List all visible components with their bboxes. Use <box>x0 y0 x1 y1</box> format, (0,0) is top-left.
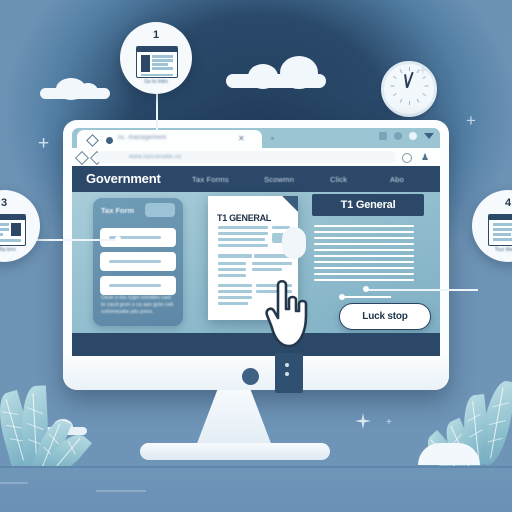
tab-close-icon[interactable]: ✕ <box>238 134 245 143</box>
new-tab-icon[interactable]: + <box>270 134 275 143</box>
nav-link-abo[interactable]: Abo <box>390 175 404 184</box>
callout-3-number: 3 <box>0 197 8 209</box>
clock-minute-hand <box>406 71 414 89</box>
callout-3-caption: pu fila brro <box>0 247 16 253</box>
monitor-indicator-dot-1 <box>285 363 289 367</box>
monitor-shell: lic. management ✕ + www.taxcanada.ca ♟ G… <box>63 120 449 390</box>
sparkle-plus-bottom: + <box>386 417 392 428</box>
desk-highlight-left <box>0 482 28 484</box>
callout-1-number: 1 <box>152 29 160 41</box>
home-icon[interactable] <box>394 132 402 140</box>
tax-form-panel: Tax Form Oxon o lox rygin nomtteo cwd to… <box>93 198 183 326</box>
callout-4[interactable]: 4 Tour likes m <box>472 190 512 262</box>
preview-heading-text: T1 General <box>340 199 396 211</box>
preview-connector-dot <box>339 294 345 300</box>
form-row[interactable] <box>100 252 176 271</box>
site-footer-band <box>72 333 440 356</box>
desktop-monitor: lic. management ✕ + www.taxcanada.ca ♟ G… <box>63 120 449 393</box>
preview-connector-line <box>345 296 391 298</box>
site-page-body: Tax Form Oxon o lox rygin nomtteo cwd to… <box>72 192 440 340</box>
wall-clock-icon <box>381 61 437 117</box>
callout-1[interactable]: 1 Go to Intro <box>120 22 192 94</box>
callout-3-browser-icon <box>0 214 26 246</box>
menu-caret-icon[interactable] <box>424 133 434 139</box>
cloud-center-puff <box>280 56 318 89</box>
sparkle-plus-right: + <box>466 111 476 130</box>
back-icon[interactable] <box>74 150 90 166</box>
cloud-left-puff2 <box>78 83 98 99</box>
monitor-brand-logo <box>242 368 259 385</box>
callout-4-caption: Tour likes m <box>494 247 512 253</box>
callout-1-browser-icon <box>136 46 178 78</box>
site-navbar: Government Tax Forms Scowmn Click Abo <box>72 166 440 192</box>
monitor-indicator-dot-2 <box>285 372 289 376</box>
sparkle-plus-left: + <box>38 133 50 154</box>
document-title: T1 GENERAL <box>217 213 272 223</box>
t1-general-preview-panel: T1 General <box>304 194 424 300</box>
form-row[interactable] <box>100 228 176 247</box>
callout-4-leader-dot <box>363 286 369 292</box>
pointer-hand-cursor <box>265 278 311 348</box>
callout-3[interactable]: 3 pu fila brro <box>0 190 40 262</box>
sparkle-star-right <box>418 62 428 75</box>
monitor-screen: lic. management ✕ + www.taxcanada.ca ♟ G… <box>72 128 440 356</box>
browser-urlbar: www.taxcanada.ca ♟ <box>72 148 440 166</box>
nav-link-scowmn[interactable]: Scowmn <box>264 175 294 184</box>
sparkle-star-bottom <box>355 413 371 429</box>
browser-tab[interactable]: lic. management ✕ <box>77 130 262 148</box>
profile-icon[interactable] <box>409 132 417 140</box>
nav-link-tax-forms[interactable]: Tax Forms <box>192 175 229 184</box>
desk-highlight-right <box>96 490 146 492</box>
nav-link-click[interactable]: Click <box>330 175 347 184</box>
cloud-bottom-right <box>418 443 480 465</box>
tab-title: lic. management <box>118 135 167 141</box>
monitor-neck <box>282 227 306 259</box>
browser-tabbar: lic. management ✕ + <box>72 128 440 148</box>
cloud-center-puff2 <box>248 64 278 89</box>
browser-window-icons <box>379 132 434 140</box>
callout-4-browser-icon <box>488 214 512 246</box>
callout-4-leader <box>366 289 478 291</box>
address-bar-value: www.taxcanada.ca <box>129 154 182 160</box>
person-icon[interactable]: ♟ <box>420 152 430 162</box>
tax-form-panel-title: Tax Form <box>101 206 135 215</box>
bookmark-icon[interactable] <box>402 153 412 163</box>
tab-favicon <box>106 137 113 144</box>
callout-4-number: 4 <box>504 197 512 209</box>
desk-surface <box>0 466 512 512</box>
luck-stop-button-label: Luck stop <box>362 311 408 322</box>
form-row[interactable] <box>100 276 176 295</box>
tax-form-panel-note: Oxon o lox rygin nomtteo cwd to cacd gro… <box>101 295 174 315</box>
extension-icon[interactable] <box>379 132 387 140</box>
preview-heading: T1 General <box>312 194 424 216</box>
callout-1-caption: Go to Intro <box>144 79 168 85</box>
site-brand[interactable]: Government <box>86 171 161 186</box>
luck-stop-button[interactable]: Luck stop <box>339 303 431 330</box>
callout-3-leader-dot <box>115 236 121 242</box>
monitor-base <box>140 443 330 460</box>
tax-form-panel-chip <box>145 203 175 217</box>
monitor-side-strip <box>275 353 303 393</box>
illustration-scene: + + + lic. management ✕ + www.taxcanada.… <box>0 0 512 512</box>
tab-shield-icon <box>86 134 99 147</box>
